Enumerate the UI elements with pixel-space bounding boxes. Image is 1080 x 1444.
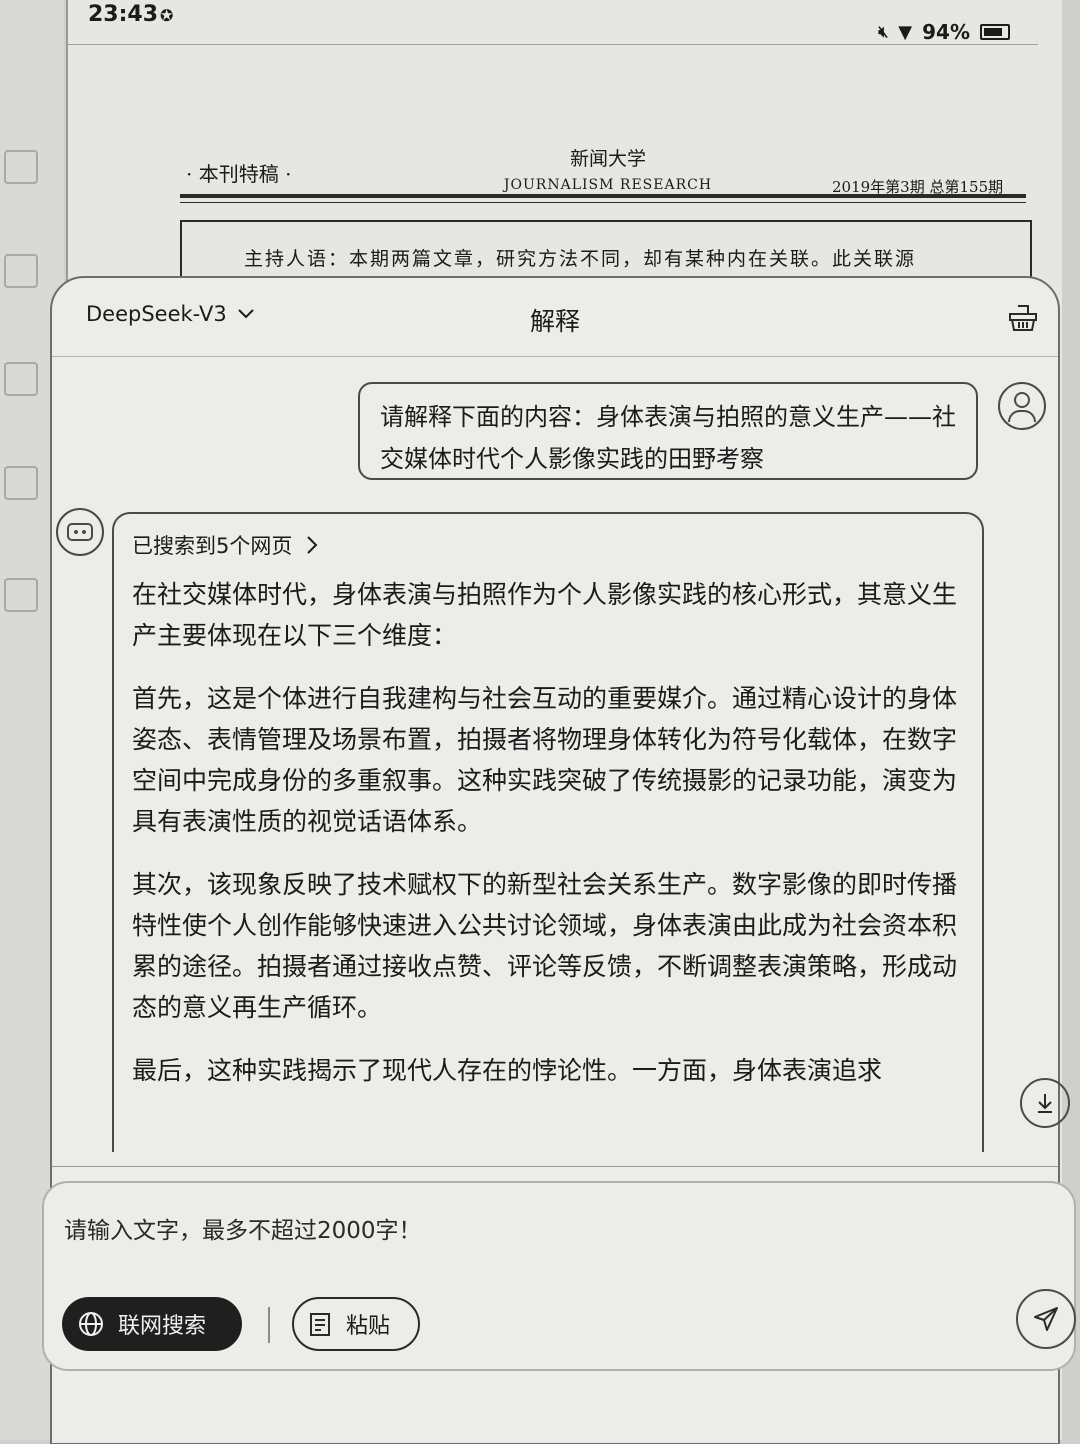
journal-column: · 本刊特稿 · <box>186 162 292 186</box>
battery-icon <box>980 24 1010 40</box>
journal-rule <box>180 194 1026 198</box>
status-time: 23:43 <box>88 2 159 27</box>
answer-text: 在社交媒体时代，身体表演与拍照作为个人影像实践的核心形式，其意义生产主要体现在以… <box>132 574 964 1091</box>
bot-message-bubble: 已搜索到5个网页 在社交媒体时代，身体表演与拍照作为个人影像实践的核心形式，其意… <box>112 512 984 1152</box>
list-icon[interactable] <box>4 466 38 500</box>
answer-paragraph: 最后，这种实践揭示了现代人存在的悖论性。一方面，身体表演追求 <box>132 1056 883 1085</box>
journal-host-box: 主持人语：本期两篇文章，研究方法不同，却有某种内在关联。此关联源 <box>180 220 1032 282</box>
journal-host-line: 主持人语：本期两篇文章，研究方法不同，却有某种内在关联。此关联源 <box>244 248 917 270</box>
paste-label: 粘贴 <box>346 1314 391 1339</box>
ai-explain-panel: DeepSeek-V3 解释 请解释下面的内容：身体表演与拍照的意义生产——社交… <box>42 276 1076 1444</box>
journal-masthead: 新闻大学 JOURNALISM RESEARCH <box>488 144 728 193</box>
answer-paragraph: 首先，这是个体进行自我建构与社会互动的重要媒介。通过精心设计的身体姿态、表情管理… <box>132 684 958 836</box>
panel-header: DeepSeek-V3 解释 <box>52 278 1058 357</box>
journal-rule-thin <box>180 202 1026 203</box>
status-bar: 23:43 ✪ 🔇︎ ▼ 94% <box>68 0 1062 44</box>
grid-icon[interactable] <box>4 150 38 184</box>
wifi-icon: ▼ <box>898 21 913 43</box>
device-screen: 23:43 ✪ 🔇︎ ▼ 94% · 本刊特稿 · 新闻大学 JOURNALIS… <box>42 0 1076 1444</box>
arrow-down-icon <box>1038 1094 1052 1113</box>
search-results-label: 已搜索到5个网页 <box>132 534 293 558</box>
panel-title: 解释 <box>529 307 580 336</box>
clear-basket-icon[interactable] <box>1008 304 1038 332</box>
send-button[interactable] <box>1016 1289 1076 1349</box>
robot-icon <box>67 523 93 541</box>
mute-icon: 🔇︎ <box>878 22 889 41</box>
answer-paragraph: 在社交媒体时代，身体表演与拍照作为个人影像实践的核心形式，其意义生产主要体现在以… <box>132 580 958 650</box>
clipboard-icon <box>310 1313 330 1336</box>
user-message-bubble: 请解释下面的内容：身体表演与拍照的意义生产——社交媒体时代个人影像实践的田野考察 <box>358 382 978 480</box>
status-right: 🔇︎ ▼ 94% <box>878 20 1010 44</box>
input-placeholder: 请输入文字，最多不超过2000字！ <box>64 1218 422 1244</box>
message-input[interactable]: 请输入文字，最多不超过2000字！ 联网搜索 粘贴 <box>42 1181 1076 1371</box>
send-icon <box>1034 1307 1058 1331</box>
search-results-link[interactable]: 已搜索到5个网页 <box>132 530 964 560</box>
journal-name-en: JOURNALISM RESEARCH <box>503 177 713 193</box>
web-search-toggle[interactable]: 联网搜索 <box>62 1297 242 1351</box>
globe-icon <box>79 1312 103 1336</box>
sync-icon: ✪ <box>160 6 174 25</box>
chevron-right-icon <box>307 536 318 554</box>
paste-button[interactable]: 粘贴 <box>292 1297 420 1351</box>
scroll-to-bottom-button[interactable] <box>1020 1078 1070 1128</box>
journal-name-cn: 新闻大学 <box>569 148 646 170</box>
status-divider <box>68 44 1038 45</box>
note-icon[interactable] <box>4 578 38 612</box>
bot-avatar-icon <box>56 508 104 556</box>
battery-level: 94% <box>922 20 970 44</box>
input-area: 请输入文字，最多不超过2000字！ 联网搜索 粘贴 <box>42 1166 1076 1443</box>
text-icon[interactable] <box>4 362 38 396</box>
user-avatar-icon <box>998 382 1046 430</box>
web-search-label: 联网搜索 <box>118 1314 207 1339</box>
answer-paragraph: 其次，该现象反映了技术赋权下的新型社会关系生产。数字影像的即时传播特性使个人创作… <box>132 870 958 1022</box>
bookmark-icon[interactable] <box>4 254 38 288</box>
toolbar-divider <box>268 1307 270 1343</box>
